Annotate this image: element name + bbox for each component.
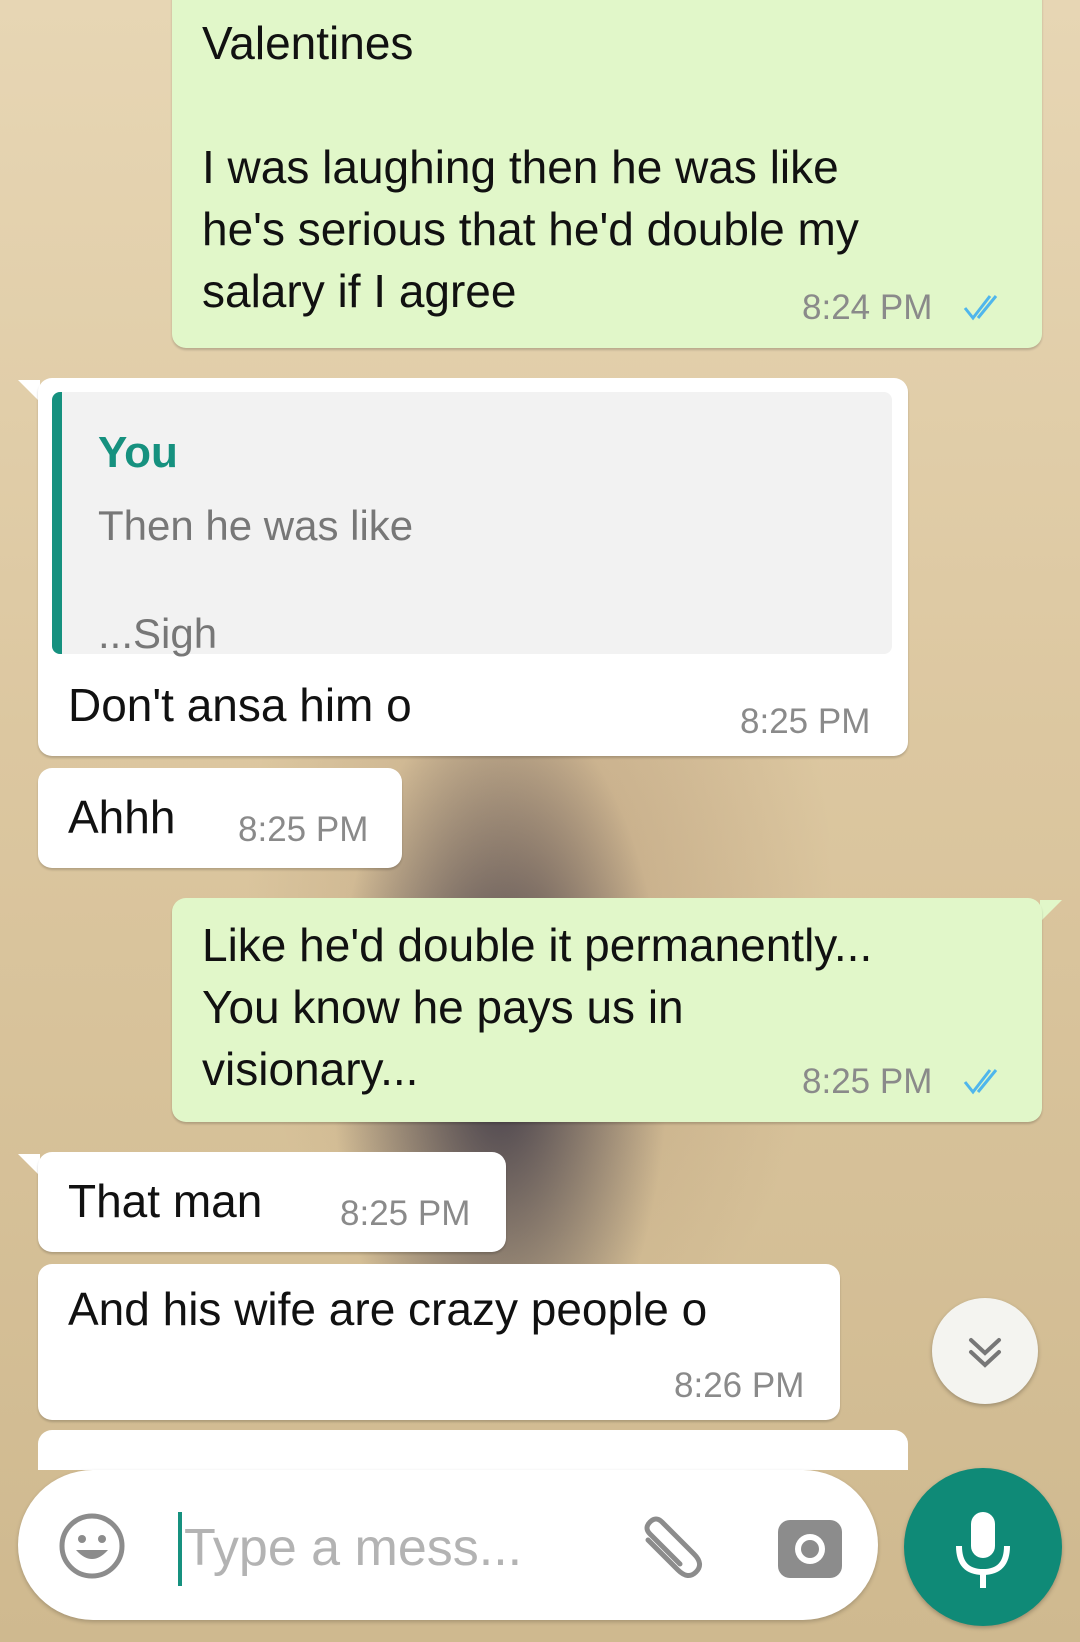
message-text: That man bbox=[68, 1175, 263, 1227]
read-double-check-icon bbox=[963, 295, 998, 321]
double-chevron-down-icon bbox=[969, 1338, 1001, 1368]
message-text: And his wife are crazy people o bbox=[68, 1283, 708, 1335]
bubble-tail bbox=[1040, 900, 1062, 922]
message-text: Ahhh bbox=[68, 791, 176, 843]
message-composer[interactable]: Type a mess... bbox=[18, 1470, 878, 1620]
message-time: 8:25 PM bbox=[238, 810, 369, 849]
message-incoming-reply[interactable]: You Then he was like ...Sigh Don't ansa … bbox=[38, 378, 908, 756]
message-time: 8:25 PM bbox=[802, 1062, 933, 1101]
bubble-tail bbox=[18, 380, 40, 402]
message-time: 8:26 PM bbox=[674, 1366, 805, 1405]
message-outgoing[interactable]: Valentines I was laughing then he was li… bbox=[172, 0, 1042, 348]
bubble-tail bbox=[18, 1154, 40, 1176]
message-incoming[interactable]: That man 8:25 PM bbox=[38, 1152, 506, 1252]
text-cursor bbox=[178, 1512, 182, 1586]
message-input[interactable]: Type a mess... bbox=[184, 1518, 522, 1578]
camera-icon[interactable] bbox=[774, 1512, 846, 1584]
mic-icon bbox=[956, 1512, 1010, 1588]
message-text: Valentines I was laughing then he was li… bbox=[202, 17, 859, 317]
emoji-icon[interactable] bbox=[54, 1508, 130, 1584]
read-double-check-icon bbox=[963, 1069, 998, 1095]
message-time: 8:24 PM bbox=[802, 288, 933, 327]
message-time: 8:25 PM bbox=[740, 702, 871, 741]
message-time: 8:25 PM bbox=[340, 1194, 471, 1233]
voice-record-button[interactable] bbox=[904, 1468, 1062, 1626]
quoted-text: Then he was like ...Sigh bbox=[98, 502, 414, 657]
message-outgoing[interactable]: Like he'd double it permanently... You k… bbox=[172, 898, 1042, 1122]
scroll-to-bottom-button[interactable] bbox=[932, 1298, 1038, 1404]
quoted-message[interactable]: You Then he was like ...Sigh bbox=[52, 392, 892, 657]
message-text: Don't ansa him o bbox=[68, 679, 412, 731]
message-incoming[interactable]: Ahhh 8:25 PM bbox=[38, 768, 402, 868]
message-incoming[interactable]: And his wife are crazy people o 8:26 PM bbox=[38, 1264, 840, 1420]
message-incoming-partial[interactable] bbox=[38, 1430, 908, 1470]
attach-icon[interactable] bbox=[628, 1510, 708, 1590]
